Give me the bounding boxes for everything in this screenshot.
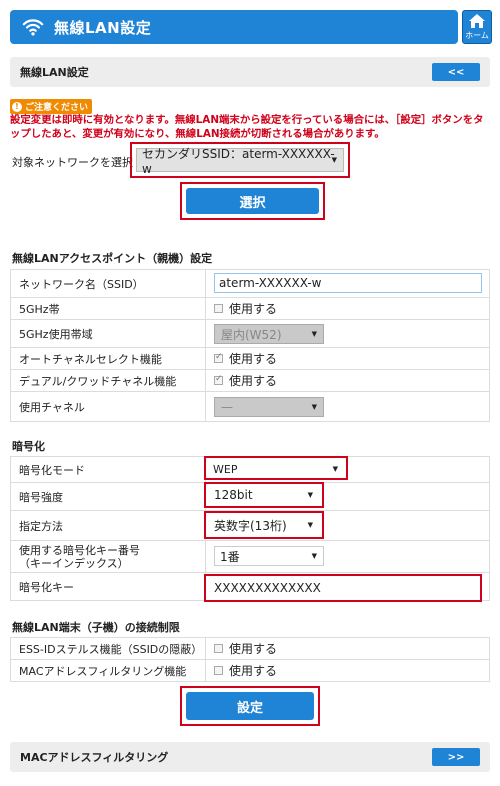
- back-button[interactable]: <<: [432, 63, 480, 81]
- table-row: MACアドレスフィルタリング機能 使用する: [10, 659, 490, 682]
- keyindex-select[interactable]: 1番 ▼: [214, 546, 324, 566]
- enc-method-select[interactable]: 英数字(13桁) ▼: [209, 516, 319, 534]
- band5-label: 5GHz帯: [10, 297, 206, 320]
- keyindex-label: 使用する暗号化キー番号 （キーインデックス）: [10, 540, 206, 573]
- enc-strength-select[interactable]: 128bit ▼: [209, 486, 319, 504]
- enc-mode-select[interactable]: WEP ▼: [208, 460, 344, 478]
- exclamation-icon: !: [12, 101, 22, 112]
- band5use-select[interactable]: 屋内(W52) ▼: [214, 324, 324, 344]
- autochannel-label: オートチャネルセレクト機能: [10, 347, 206, 370]
- stealth-label: ESS-IDステルス機能（SSIDの隠蔽）: [10, 637, 206, 660]
- ssid-label: ネットワーク名（SSID）: [10, 269, 206, 298]
- notice-badge: ! ご注意ください: [10, 99, 93, 114]
- table-row: ESS-IDステルス機能（SSIDの隠蔽） 使用する: [10, 637, 490, 660]
- caret-down-icon: ▼: [311, 403, 317, 411]
- page-header: 無線LAN設定: [10, 10, 458, 44]
- dualquad-label: デュアル/クワッドチャネル機能: [10, 369, 206, 392]
- network-select-highlight: セカンダリSSID：aterm-XXXXXX-w ▼: [130, 142, 350, 178]
- section-bar-macfilter: MACアドレスフィルタリング >>: [10, 742, 490, 772]
- network-select-label: 対象ネットワークを選択: [12, 156, 133, 169]
- next-button[interactable]: >>: [432, 748, 480, 766]
- enc-mode-label: 暗号化モード: [10, 456, 206, 483]
- autochannel-checkbox[interactable]: 使用する: [214, 350, 277, 367]
- macfilter-checkbox[interactable]: 使用する: [214, 662, 277, 679]
- channel-label: 使用チャネル: [10, 391, 206, 422]
- ssid-input[interactable]: aterm-XXXXXX-w: [214, 273, 482, 293]
- home-icon: [469, 14, 485, 28]
- enc-mode-highlight: WEP ▼: [204, 456, 348, 480]
- select-button[interactable]: 選択: [186, 188, 319, 214]
- table-row: ネットワーク名（SSID） aterm-XXXXXX-w: [10, 269, 490, 298]
- caret-down-icon: ▼: [311, 552, 317, 560]
- page-title: 無線LAN設定: [54, 18, 152, 37]
- conn-section-title: 無線LAN端末（子機）の接続制限: [12, 621, 180, 634]
- conn-limit-table: ESS-IDステルス機能（SSIDの隠蔽） 使用する MACアドレスフィルタリン…: [10, 637, 490, 682]
- home-button[interactable]: ホーム: [462, 10, 492, 44]
- apply-button[interactable]: 設定: [186, 692, 314, 720]
- enc-key-label: 暗号化キー: [10, 572, 206, 601]
- caret-down-icon: ▼: [307, 491, 313, 499]
- enc-method-label: 指定方法: [10, 510, 206, 541]
- network-select[interactable]: セカンダリSSID：aterm-XXXXXX-w ▼: [136, 147, 344, 176]
- table-row: 使用する暗号化キー番号 （キーインデックス） 1番 ▼: [10, 540, 490, 573]
- table-row: 使用チャネル — ▼: [10, 391, 490, 422]
- band5use-label: 5GHz使用帯域: [10, 319, 206, 348]
- enc-key-highlight: XXXXXXXXXXXXX: [204, 574, 482, 602]
- section-bar-title: 無線LAN設定: [20, 66, 89, 79]
- channel-select[interactable]: — ▼: [214, 397, 324, 417]
- notice-text: 設定変更は即時に有効となります。無線LAN端末から設定を行っている場合には、［設…: [10, 114, 484, 140]
- enc-key-input[interactable]: XXXXXXXXXXXXX: [209, 579, 477, 597]
- wifi-icon: [22, 19, 44, 36]
- dualquad-checkbox[interactable]: 使用する: [214, 372, 277, 389]
- band5-checkbox[interactable]: 使用する: [214, 300, 277, 317]
- caret-down-icon: ▼: [331, 156, 337, 164]
- enc-strength-label: 暗号強度: [10, 482, 206, 511]
- caret-down-icon: ▼: [332, 465, 338, 473]
- ap-settings-table: ネットワーク名（SSID） aterm-XXXXXX-w 5GHz帯 使用する …: [10, 269, 490, 422]
- table-row: デュアル/クワッドチャネル機能 使用する: [10, 369, 490, 392]
- enc-strength-highlight: 128bit ▼: [204, 482, 324, 508]
- select-button-highlight: 選択: [180, 182, 325, 220]
- section-bar-title: MACアドレスフィルタリング: [20, 751, 169, 764]
- encryption-section-title: 暗号化: [12, 440, 45, 453]
- macfilter-label: MACアドレスフィルタリング機能: [10, 659, 206, 682]
- apply-button-highlight: 設定: [180, 686, 320, 726]
- table-row: 5GHz帯 使用する: [10, 297, 490, 320]
- caret-down-icon: ▼: [307, 521, 313, 529]
- table-row: オートチャネルセレクト機能 使用する: [10, 347, 490, 370]
- stealth-checkbox[interactable]: 使用する: [214, 640, 277, 657]
- home-label: ホーム: [465, 31, 489, 40]
- caret-down-icon: ▼: [311, 330, 317, 338]
- section-bar-wireless: 無線LAN設定 <<: [10, 57, 490, 87]
- enc-method-highlight: 英数字(13桁) ▼: [204, 511, 324, 539]
- ap-section-title: 無線LANアクセスポイント（親機）設定: [12, 252, 213, 265]
- table-row: 5GHz使用帯域 屋内(W52) ▼: [10, 319, 490, 348]
